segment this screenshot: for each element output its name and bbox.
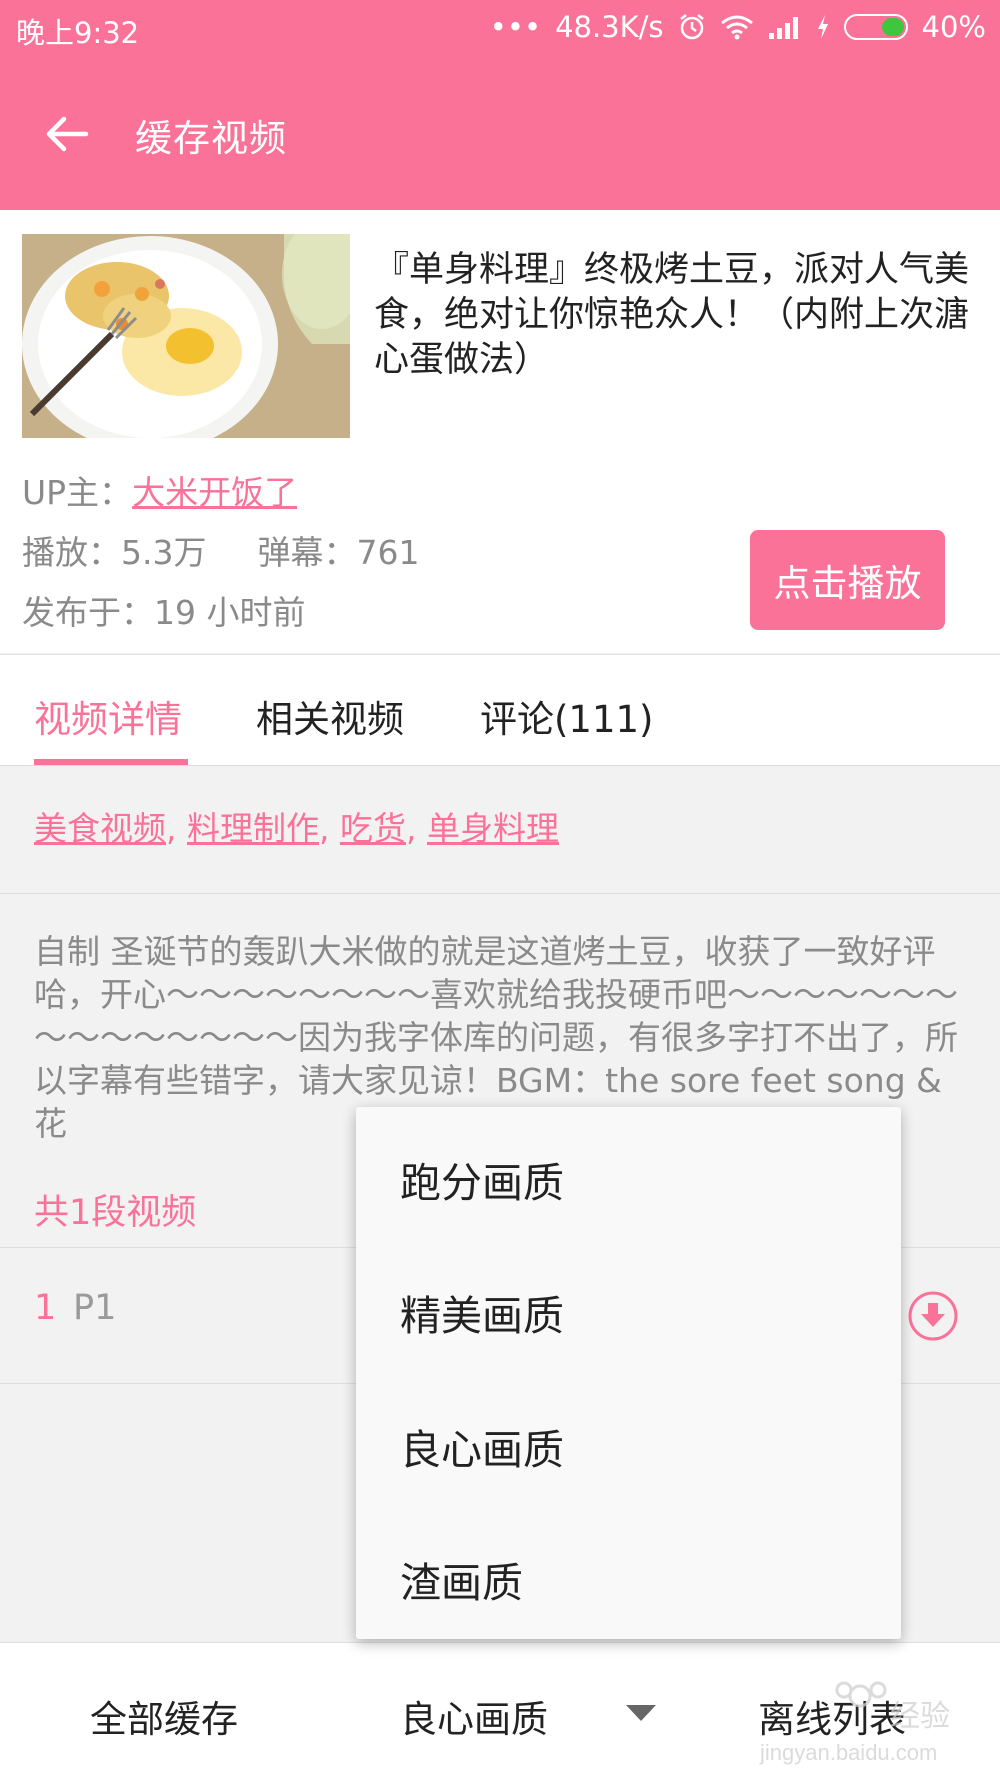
tab-bar: 视频详情 相关视频 评论(111) [0, 654, 1000, 766]
uploader-row: UP主：大米开饭了 [22, 466, 297, 514]
tag-link[interactable]: 吃货 [340, 809, 406, 848]
cache-all-button[interactable]: 全部缓存 [90, 1689, 238, 1743]
video-thumbnail[interactable] [22, 234, 350, 438]
uploader-link[interactable]: 大米开饭了 [132, 473, 297, 512]
download-icon[interactable] [907, 1290, 959, 1342]
tag-separator: , [166, 809, 177, 848]
divider [0, 893, 1000, 894]
tag-separator: , [319, 809, 330, 848]
quality-option-low[interactable]: 渣画质 [400, 1549, 523, 1609]
quality-selector[interactable]: 良心画质 [400, 1689, 548, 1743]
dropdown-arrow-icon[interactable] [626, 1705, 656, 1721]
tag-link[interactable]: 美食视频 [34, 809, 166, 848]
danmaku-count: 弹幕：761 [257, 533, 420, 572]
quality-option-benchmark[interactable]: 跑分画质 [400, 1149, 564, 1209]
more-dots-icon: ••• [489, 10, 542, 44]
battery-icon [843, 14, 908, 40]
watermark: 经验 jingyan.baidu.com [760, 1668, 950, 1768]
active-tab-indicator [34, 759, 188, 765]
play-button[interactable]: 点击播放 [750, 530, 945, 630]
quality-dropdown-menu: 跑分画质 精美画质 良心画质 渣画质 [356, 1107, 901, 1639]
video-title: 『单身料理』终极烤土豆，派对人气美食，绝对让你惊艳众人！（内附上次溏心蛋做法） [374, 250, 970, 380]
uploader-label: UP主： [22, 473, 133, 512]
charging-icon [817, 15, 828, 39]
net-speed: 48.3K/s [555, 10, 664, 44]
toolbar: 缓存视频 [0, 56, 1000, 210]
quality-option-standard[interactable]: 良心画质 [400, 1416, 564, 1476]
signal-icon [768, 17, 798, 39]
alarm-icon [679, 14, 704, 40]
tag-separator: , [406, 809, 417, 848]
back-arrow-icon[interactable] [42, 110, 90, 158]
tag-list: 美食视频, 料理制作, 吃货, 单身料理 [34, 802, 559, 850]
food-thumbnail-image [22, 234, 350, 438]
wifi-icon [720, 15, 753, 40]
paw-logo-icon: 经验 [835, 1681, 950, 1734]
part-number: 1 [34, 1288, 57, 1328]
page-title: 缓存视频 [135, 117, 287, 160]
status-bar: 晚上9:32 ••• 48.3K/s 40% [0, 0, 1000, 56]
tab-comments[interactable]: 评论(111) [480, 689, 654, 743]
watermark-site: jingyan.baidu.com [760, 1740, 938, 1765]
status-time: 晚上9:32 [16, 16, 140, 50]
publish-date: 发布于：19 小时前 [22, 593, 306, 632]
play-count: 播放：5.3万 [22, 533, 207, 572]
segments-count: 共1段视频 [34, 1193, 197, 1233]
app-header: 晚上9:32 ••• 48.3K/s 40% 缓存视频 [0, 0, 1000, 210]
battery-percent: 40% [921, 10, 986, 44]
watermark-text: 经验 [890, 1699, 950, 1734]
part-label: P1 [73, 1288, 117, 1328]
video-info-card: 『单身料理』终极烤土豆，派对人气美食，绝对让你惊艳众人！（内附上次溏心蛋做法） … [0, 210, 1000, 653]
tab-video-details[interactable]: 视频详情 [34, 689, 182, 743]
quality-option-fine[interactable]: 精美画质 [400, 1282, 564, 1342]
status-indicators: ••• 48.3K/s 40% [490, 10, 986, 44]
tab-related-videos[interactable]: 相关视频 [256, 689, 404, 743]
tag-link[interactable]: 料理制作 [187, 809, 319, 848]
tag-link[interactable]: 单身料理 [427, 809, 559, 848]
stats-row: 播放：5.3万 弹幕：761 [22, 526, 419, 574]
